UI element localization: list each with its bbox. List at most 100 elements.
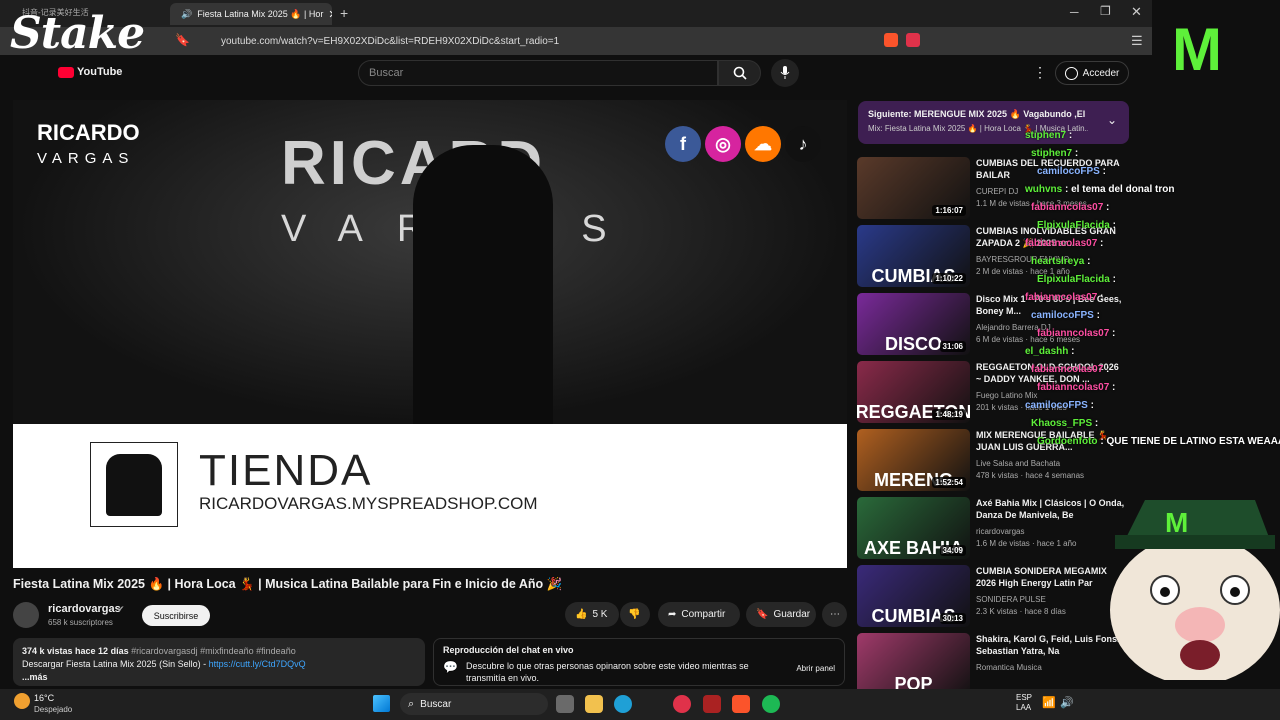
chat-line: camilocoFPS :	[1025, 400, 1094, 411]
chat-line: ElpixulaFlacida :	[1037, 274, 1116, 285]
chat-line: fabianncolas07 :	[1025, 292, 1104, 303]
app-icon[interactable]	[673, 695, 691, 713]
windows-start-icon[interactable]	[373, 695, 390, 712]
duration-badge: 1:16:07	[932, 205, 966, 216]
save-label: Guardar	[773, 609, 811, 620]
close-tab-icon[interactable]: ✕	[328, 8, 332, 21]
facebook-icon: f	[665, 126, 701, 162]
volume-icon[interactable]: 🔊	[1060, 696, 1074, 709]
subscribe-button[interactable]: Suscribirse	[142, 605, 210, 626]
like-button[interactable]: 👍 5 K	[565, 602, 619, 627]
store-banner: TIENDA RICARDOVARGAS.MYSPREADSHOP.COM	[13, 424, 847, 568]
video-thumbnail[interactable]: POP	[857, 633, 970, 695]
video-thumbnail[interactable]: REGGAETON 1:48:19	[857, 361, 970, 423]
more-link[interactable]: ...más	[22, 671, 416, 684]
account-icon	[1064, 66, 1078, 80]
brave-icon[interactable]	[732, 695, 750, 713]
avatar[interactable]	[13, 602, 39, 628]
chat-username: Khaoss_FPS	[1031, 418, 1093, 429]
lang-line2: LAA	[1016, 703, 1032, 712]
chat-username: ElpixulaFlacida	[1037, 220, 1110, 231]
search-input[interactable]: Buscar	[358, 60, 718, 86]
wifi-icon[interactable]: 📶	[1042, 696, 1056, 709]
svg-text:M: M	[1165, 507, 1188, 538]
language-indicator[interactable]: ESP LAA	[1016, 693, 1032, 713]
windows-taskbar	[0, 689, 1280, 720]
thumbs-up-icon: 👍	[575, 609, 588, 620]
search-placeholder: Buscar	[369, 67, 404, 79]
chat-username: camilocoFPS	[1025, 400, 1088, 411]
search-button[interactable]	[718, 60, 761, 86]
duration-badge: 1:52:54	[932, 477, 966, 488]
video-thumbnail[interactable]: 1:16:07	[857, 157, 970, 219]
taskbar-search-icon: ⌕	[408, 697, 415, 710]
video-player[interactable]: RICARD VARGAS RICARDO VARGAS f ◎ ☁ ♪ TIE…	[13, 100, 847, 568]
recommendation-channel: Romantica Musica	[976, 663, 1042, 672]
bookmark-icon[interactable]: 🔖	[175, 33, 190, 47]
chat-username: stiphen7	[1025, 130, 1067, 141]
new-tab-button[interactable]: +	[340, 5, 348, 21]
chat-line: stiphen7 :	[1025, 130, 1073, 141]
voice-search-button[interactable]	[771, 59, 799, 87]
chat-line: camilocoFPS :	[1037, 166, 1106, 177]
active-tab[interactable]: 🔊 Fiesta Latina Mix 2025 🔥 | Hor ✕	[170, 3, 332, 25]
video-thumbnail[interactable]: AXE BAHIA 34:09	[857, 497, 970, 559]
chat-line: fabianncolas07 :	[1037, 328, 1116, 339]
video-thumbnail[interactable]: MERENG 1:52:54	[857, 429, 970, 491]
video-thumbnail[interactable]: CUMBIAS 30:13	[857, 565, 970, 627]
banner-title: TIENDA	[199, 446, 373, 495]
duration-badge: 30:13	[939, 613, 966, 624]
video-title: Fiesta Latina Mix 2025 🔥 | Hora Loca 💃 |…	[13, 577, 563, 591]
video-thumbnail[interactable]: DISCO 31:06	[857, 293, 970, 355]
channel-name[interactable]: ricardovargas	[48, 603, 121, 615]
cat-mascot-overlay: M	[1085, 480, 1280, 685]
chat-line: ElpixulaFlacida :	[1037, 220, 1116, 231]
settings-dots-icon[interactable]: ⋮	[1033, 64, 1047, 81]
share-label: Compartir	[681, 609, 726, 620]
duration-badge: 1:10:22	[932, 273, 966, 284]
youtube-logo[interactable]: YouTube	[58, 66, 122, 78]
close-window-button[interactable]: ✕	[1131, 4, 1142, 20]
chat-line: fabianncolas07 :	[1025, 238, 1104, 249]
dislike-button[interactable]: 👎	[620, 602, 650, 627]
sign-in-button[interactable]: Acceder	[1055, 61, 1129, 85]
thumbs-down-icon: 👎	[628, 609, 641, 620]
share-button[interactable]: ➦ Compartir	[658, 602, 740, 627]
download-link[interactable]: https://cutt.ly/Ctd7DQvQ	[209, 659, 306, 669]
brave-rewards-icon[interactable]	[906, 33, 920, 47]
url-field[interactable]: youtube.com/watch?v=EH9X02XDiDc&list=RDE…	[195, 31, 825, 51]
chat-line: el_dashh :	[1025, 346, 1075, 357]
recommendation-channel: SONIDERA PULSE	[976, 595, 1046, 604]
description-line: Descargar Fiesta Latina Mix 2025 (Sin Se…	[22, 659, 209, 669]
url-text: youtube.com/watch?v=EH9X02XDiDc&list=RDE…	[221, 35, 560, 47]
chat-line: Khaoss_FPS :	[1031, 418, 1099, 429]
taskbar-search[interactable]: ⌕ Buscar	[400, 693, 548, 715]
file-explorer-icon[interactable]	[585, 695, 603, 713]
weather-icon[interactable]	[14, 693, 30, 709]
video-thumbnail[interactable]: CUMBIAS 1:10:22	[857, 225, 970, 287]
lang-line1: ESP	[1016, 693, 1033, 702]
channel-watermark-line2: VARGAS	[37, 150, 135, 167]
description-box[interactable]: 374 k vistas hace 12 días #ricardovargas…	[13, 638, 425, 686]
app-icon-2[interactable]	[703, 695, 721, 713]
chat-line: fabianncolas07 :	[1031, 364, 1110, 375]
brave-shield-icon[interactable]	[884, 33, 898, 47]
thumbnail-text: DISCO	[884, 334, 942, 354]
more-actions-button[interactable]: ⋯	[822, 602, 847, 627]
chat-username: fabianncolas07	[1025, 238, 1098, 249]
chat-username: Gordoenfoto	[1037, 436, 1098, 447]
edge-icon[interactable]	[614, 695, 632, 713]
minimize-button[interactable]: ─	[1070, 5, 1079, 19]
open-panel-button[interactable]: Abrir panel	[796, 664, 835, 673]
hashtags[interactable]: #ricardovargasdj #mixfindeaño #findeaño	[131, 646, 296, 656]
spotify-icon[interactable]	[762, 695, 780, 713]
chevron-down-icon[interactable]: ⌄	[1107, 113, 1117, 127]
chat-line: camilocoFPS :	[1031, 310, 1100, 321]
menu-icon[interactable]: ☰	[1131, 33, 1143, 49]
instagram-icon: ◎	[705, 126, 741, 162]
chat-username: fabianncolas07	[1031, 364, 1104, 375]
task-view-icon[interactable]	[556, 695, 574, 713]
save-button[interactable]: 🔖 Guardar	[746, 602, 816, 627]
maximize-button[interactable]: ❐	[1100, 4, 1111, 18]
subscribe-label: Suscribirse	[153, 610, 199, 621]
